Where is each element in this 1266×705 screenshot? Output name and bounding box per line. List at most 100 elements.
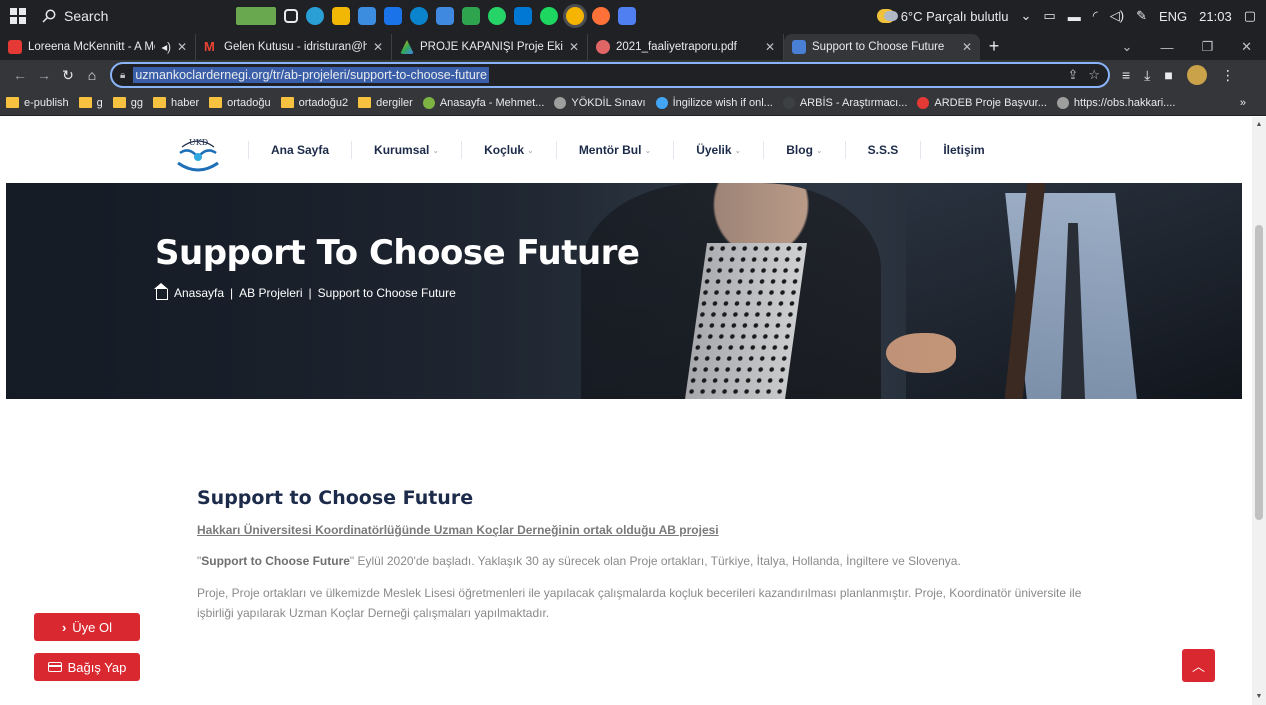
folder-icon <box>209 97 223 108</box>
bookmark-item[interactable]: Anasayfa - Mehmet... <box>422 96 544 109</box>
bookmark-item[interactable]: YÖKDİL Sınavı <box>554 96 646 109</box>
menu-item-iletisim[interactable]: İletişim <box>898 117 985 183</box>
ukd-logo[interactable]: UKD <box>172 133 224 173</box>
menu-label: S.S.S <box>867 143 899 157</box>
browser-tab[interactable]: M Gelen Kutusu - idristuran@hakk ✕ <box>196 34 392 60</box>
battery-icon[interactable]: ▬ <box>1068 9 1081 24</box>
forward-icon[interactable]: → <box>32 67 56 83</box>
outlook-icon[interactable] <box>514 7 532 25</box>
side-panel-icon[interactable]: ■ <box>1164 67 1172 83</box>
bookmark-item[interactable]: https://obs.hakkari.... <box>1056 96 1175 109</box>
mail-icon[interactable] <box>384 7 402 25</box>
landscape-app-icon[interactable] <box>236 7 276 25</box>
browser-tab[interactable]: PROJE KAPANIŞI Proje Ekibi - Gc ✕ <box>392 34 588 60</box>
menu-item-blog[interactable]: Blog ⌄ <box>741 117 823 183</box>
menu-item-uyelik[interactable]: Üyelik ⌄ <box>651 117 741 183</box>
menu-item-kocluk[interactable]: Koçluk ⌄ <box>439 117 534 183</box>
browser-tab-strip: Loreena McKennitt - A Med ◂) ✕ M Gelen K… <box>0 32 1266 60</box>
close-window-icon[interactable]: ✕ <box>1241 39 1252 55</box>
article-subtitle-link[interactable]: Hakkarı Üniversitesi Koordinatörlüğünde … <box>197 523 1097 537</box>
url-text[interactable]: uzmankoclardernegi.org/tr/ab-projeleri/s… <box>133 67 489 83</box>
bookmark-item[interactable]: e-publish <box>6 97 69 109</box>
close-tab-icon[interactable]: ✕ <box>569 40 579 54</box>
scroll-down-arrow-icon[interactable]: ▼ <box>1252 691 1266 703</box>
bookmark-label: İngilizce wish if onl... <box>672 96 773 109</box>
share-icon[interactable]: ⇪ <box>1067 67 1078 83</box>
browser-tab[interactable]: 2021_faaliyetraporu.pdf ✕ <box>588 34 784 60</box>
menu-item-mentor-bul[interactable]: Mentör Bul ⌄ <box>534 117 651 183</box>
close-tab-icon[interactable]: ✕ <box>177 40 187 54</box>
firefox-icon[interactable] <box>592 7 610 25</box>
volume-icon[interactable]: ◁) <box>1110 8 1124 24</box>
breadcrumb-home[interactable]: Anasayfa <box>174 286 224 300</box>
browser-tab-active[interactable]: Support to Choose Future ✕ <box>784 34 980 60</box>
back-icon[interactable]: ← <box>8 67 32 83</box>
bookmark-item[interactable]: g <box>78 97 103 109</box>
whatsapp-icon[interactable] <box>488 7 506 25</box>
bookmark-item[interactable]: ARDEB Proje Başvur... <box>917 96 1047 109</box>
task-view-icon[interactable] <box>284 9 298 23</box>
file-explorer-icon[interactable] <box>332 7 350 25</box>
chevron-up-icon[interactable]: ⌄ <box>1021 8 1032 24</box>
toolbar-actions: ≡ ⤓ ■ ⋮ <box>1110 65 1235 85</box>
skype-icon[interactable] <box>410 7 428 25</box>
address-bar[interactable]: 🔒︎ uzmankoclardernegi.org/tr/ab-projeler… <box>110 62 1110 88</box>
menu-item-sss[interactable]: S.S.S <box>823 117 899 183</box>
breadcrumb-ab-projeleri[interactable]: AB Projeleri <box>239 286 302 300</box>
bookmark-item[interactable]: haber <box>153 97 199 109</box>
scroll-to-top-button[interactable]: ︿ <box>1182 649 1215 682</box>
reload-icon[interactable]: ↻ <box>56 67 80 84</box>
tab-search-icon[interactable]: ⌄ <box>1122 39 1133 55</box>
menu-kebab-icon[interactable]: ⋮ <box>1221 67 1235 84</box>
member-signup-button[interactable]: › Üye Ol <box>34 613 140 641</box>
taskbar-search[interactable]: Search <box>36 3 216 29</box>
windows-start-button[interactable] <box>0 0 36 32</box>
restore-icon[interactable]: ❐ <box>1201 39 1213 55</box>
bookmark-label: e-publish <box>24 96 69 109</box>
scroll-thumb[interactable] <box>1255 225 1263 520</box>
pen-icon[interactable]: ✎ <box>1136 8 1147 24</box>
page-scrollbar[interactable]: ▲ ▼ <box>1252 117 1266 705</box>
menu-item-kurumsal[interactable]: Kurumsal ⌄ <box>329 117 439 183</box>
donate-button[interactable]: Bağış Yap <box>34 653 140 681</box>
bookmark-star-icon[interactable]: ☆ <box>1088 67 1100 83</box>
notification-icon[interactable]: ▢ <box>1244 8 1256 24</box>
bookmark-item[interactable]: İngilizce wish if onl... <box>655 96 773 109</box>
audio-icon[interactable]: ◂) <box>161 40 171 54</box>
download-icon[interactable]: ⤓ <box>1144 67 1150 84</box>
lock-icon[interactable]: 🔒︎ <box>120 70 125 81</box>
browser-tab[interactable]: Loreena McKennitt - A Med ◂) ✕ <box>0 34 196 60</box>
paint-icon[interactable] <box>436 7 454 25</box>
reading-list-icon[interactable]: ≡ <box>1122 67 1130 83</box>
close-tab-icon[interactable]: ✕ <box>373 40 383 54</box>
bookmark-label: haber <box>171 96 200 109</box>
close-tab-icon[interactable]: ✕ <box>765 40 775 54</box>
new-tab-button[interactable]: + <box>980 34 1008 60</box>
bookmark-item[interactable]: gg <box>112 97 143 109</box>
minimize-icon[interactable]: — <box>1160 40 1173 55</box>
chevron-right-icon: › <box>61 619 67 635</box>
edge-icon[interactable] <box>306 7 324 25</box>
wifi-icon[interactable]: ◜ <box>1093 8 1098 24</box>
bookmark-item[interactable]: dergiler <box>358 97 413 109</box>
bookmark-item[interactable]: ARBİS - Araştırmacı... <box>782 96 907 109</box>
chrome-icon[interactable] <box>566 7 584 25</box>
more-bookmarks-icon[interactable]: » <box>1240 97 1266 109</box>
weather-widget[interactable]: 6°C Parçalı bulutlu <box>876 9 1009 24</box>
clock[interactable]: 21:03 <box>1199 9 1232 24</box>
word-icon[interactable] <box>618 7 636 25</box>
site-favicon-icon <box>422 96 435 109</box>
profile-avatar[interactable] <box>1186 65 1207 85</box>
sheet-icon[interactable] <box>462 7 480 25</box>
network-icon[interactable]: ▭ <box>1043 8 1055 24</box>
spotify-icon[interactable] <box>540 7 558 25</box>
menu-item-ana-sayfa[interactable]: Ana Sayfa <box>248 117 329 183</box>
scroll-up-arrow-icon[interactable]: ▲ <box>1252 119 1266 131</box>
bookmark-item[interactable]: ortadoğu2 <box>280 97 348 109</box>
language-indicator[interactable]: ENG <box>1159 9 1187 24</box>
site-favicon-icon <box>792 40 806 54</box>
store-icon[interactable] <box>358 7 376 25</box>
close-tab-icon[interactable]: ✕ <box>962 40 972 54</box>
home-icon[interactable]: ⌂ <box>80 67 104 83</box>
bookmark-item[interactable]: ortadoğu <box>209 97 271 109</box>
